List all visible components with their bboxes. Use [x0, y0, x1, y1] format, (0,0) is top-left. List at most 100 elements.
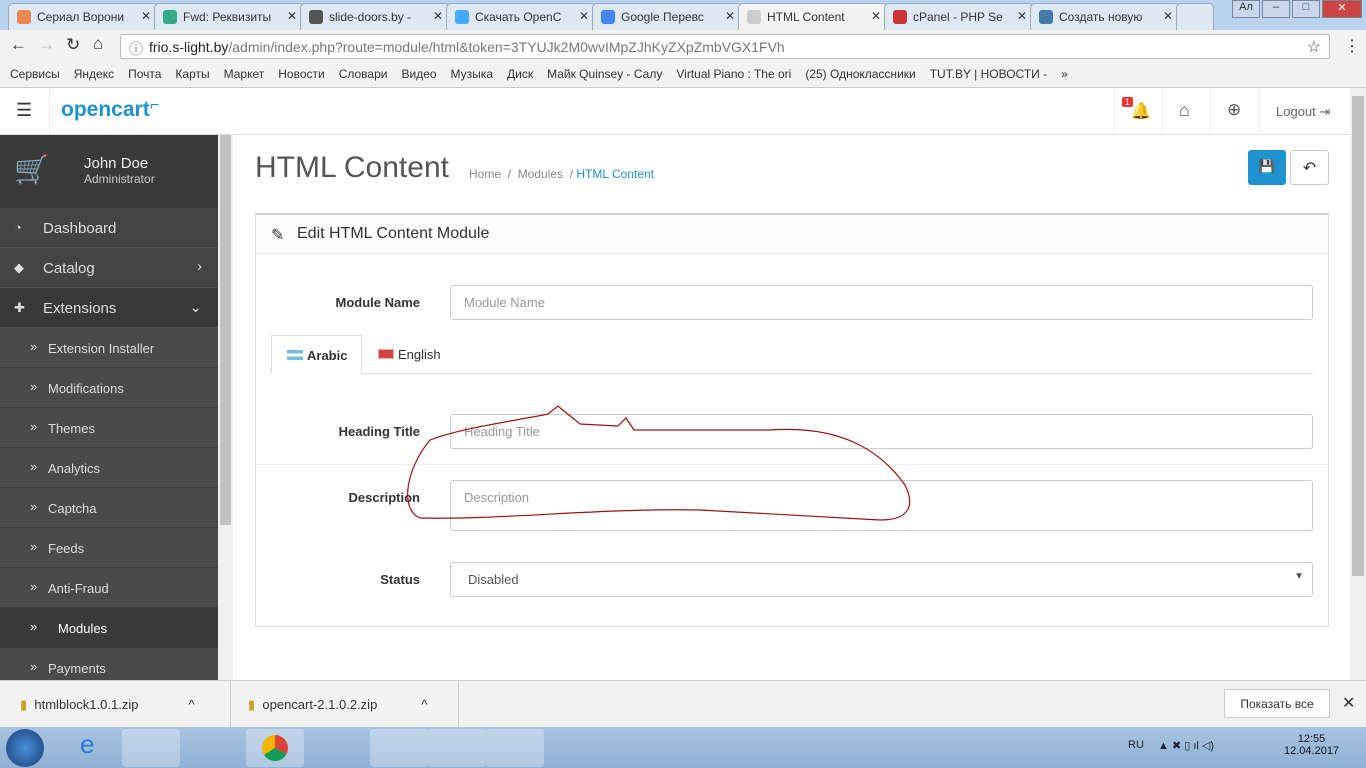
close-tab-icon[interactable]: ✕	[433, 9, 443, 23]
tray-icons[interactable]: ▲ ✖ ▯ ıl ◁)	[1158, 739, 1214, 752]
sidebar-subitem-themes[interactable]: Themes	[0, 408, 218, 448]
bookmark-item[interactable]: Почта	[128, 67, 161, 82]
bookmark-item[interactable]: Сервисы	[10, 67, 60, 82]
sidebar-subitem-feeds[interactable]: Feeds	[0, 528, 218, 568]
logout-link[interactable]: Logout ⇥	[1276, 104, 1330, 120]
clock[interactable]: 12:55 12.04.2017	[1284, 733, 1339, 757]
module-name-input[interactable]: Module Name	[450, 285, 1313, 320]
sidebar-scrollbar[interactable]	[218, 135, 233, 680]
jabber-icon[interactable]	[370, 729, 428, 767]
bookmark-item[interactable]: Карты	[175, 67, 209, 82]
download-item[interactable]: ▮ opencart-2.1.0.2.zip ^	[248, 697, 427, 713]
sidebar-item-dashboard[interactable]: ◔ Dashboard	[0, 208, 218, 248]
explorer-icon[interactable]	[122, 729, 180, 767]
opencart-logo[interactable]: opencart	[61, 98, 150, 122]
save-app-icon[interactable]	[428, 729, 486, 767]
favicon-icon	[747, 10, 761, 24]
help-lifebuoy-icon[interactable]: ⊕	[1210, 88, 1260, 134]
sidebar-subitem-anti-fraud[interactable]: Anti-Fraud	[0, 568, 218, 608]
back-icon[interactable]: ←	[10, 35, 27, 55]
browser-tab[interactable]: HTML Content ✕	[738, 3, 888, 30]
breadcrumb-modules[interactable]: Modules	[518, 167, 563, 181]
favicon-icon	[1039, 10, 1053, 24]
bookmark-item[interactable]: Маркет	[224, 67, 265, 82]
media-player-icon[interactable]	[180, 729, 238, 767]
close-tab-icon[interactable]: ✕	[141, 9, 151, 23]
notification-badge: 1	[1122, 97, 1134, 107]
browser-tab[interactable]: Google Перевс ✕	[592, 3, 742, 30]
back-button[interactable]: ↶	[1290, 150, 1329, 185]
home-icon[interactable]: ⌂	[93, 34, 103, 54]
sidebar-subitem-analytics[interactable]: Analytics	[0, 448, 218, 488]
bookmark-item[interactable]: Новости	[278, 67, 324, 82]
browser-tab[interactable]: Сериал Ворони ✕	[8, 3, 158, 30]
downloads-bar: ▮ htmlblock1.0.1.zip ^ ▮ opencart-2.1.0.2…	[0, 680, 1366, 727]
forward-icon[interactable]: →	[38, 35, 55, 55]
breadcrumb-home[interactable]: Home	[469, 167, 501, 181]
tab-english[interactable]: English	[378, 347, 441, 362]
bookmark-item[interactable]: Яндекс	[74, 67, 114, 82]
close-tab-icon[interactable]: ✕	[287, 9, 297, 23]
sidebar: 🛒 John Doe Administrator ◔ Dashboard ◆ Cata…	[0, 135, 218, 688]
sidebar-subitem-modules[interactable]: Modules	[0, 608, 218, 648]
bookmark-item[interactable]: Музыка	[451, 67, 493, 82]
notes-app-icon[interactable]	[486, 729, 544, 767]
info-icon: ⓘ	[129, 41, 143, 57]
reply-icon: ↶	[1302, 160, 1317, 177]
start-button[interactable]	[6, 729, 44, 767]
more-bookmarks-icon[interactable]: »	[1061, 67, 1068, 82]
url-input[interactable]: ⓘ frio.s-light.by/admin/index.php?route=m…	[120, 34, 1330, 59]
new-tab-button[interactable]	[1176, 3, 1214, 30]
status-select[interactable]: Disabled ▼	[450, 562, 1313, 597]
menu-icon[interactable]: ⋮	[1344, 36, 1360, 56]
profile-button[interactable]: Ал	[1232, 0, 1260, 18]
favicon-icon	[455, 10, 469, 24]
avatar: 🛒	[14, 154, 49, 185]
browser-tab[interactable]: slide-doors.by - ✕	[300, 3, 450, 30]
maximize-button[interactable]: □	[1292, 0, 1320, 18]
download-item[interactable]: ▮ htmlblock1.0.1.zip ^	[20, 697, 195, 713]
heading-title-input[interactable]: Heading Title	[450, 414, 1313, 449]
browser-tab[interactable]: Fwd: Реквизиты ✕	[154, 3, 304, 30]
browser-tab[interactable]: Скачать OpenC ✕	[446, 3, 596, 30]
browser-tab[interactable]: cPanel - PHP Se ✕	[884, 3, 1034, 30]
sidebar-subitem-captcha[interactable]: Captcha	[0, 488, 218, 528]
close-tab-icon[interactable]: ✕	[871, 9, 881, 23]
sidebar-subitem-extension-installer[interactable]: Extension Installer	[0, 328, 218, 368]
bookmark-star-icon[interactable]: ☆	[1307, 37, 1321, 57]
user-profile[interactable]: 🛒 John Doe Administrator	[0, 135, 218, 208]
close-tab-icon[interactable]: ✕	[1017, 9, 1027, 23]
sidebar-subitem-modifications[interactable]: Modifications	[0, 368, 218, 408]
sidebar-toggle-icon[interactable]: ☰	[0, 88, 50, 134]
description-textarea[interactable]: Description	[450, 480, 1313, 531]
minimize-button[interactable]: –	[1262, 0, 1290, 18]
chrome-icon[interactable]	[246, 729, 304, 767]
close-tab-icon[interactable]: ✕	[725, 9, 735, 23]
show-all-downloads-button[interactable]: Показать все	[1224, 689, 1330, 718]
page-scrollbar[interactable]	[1350, 88, 1366, 680]
close-tab-icon[interactable]: ✕	[579, 9, 589, 23]
bookmark-item[interactable]: Virtual Piano : The ori	[676, 67, 791, 82]
save-button[interactable]: 💾	[1248, 150, 1286, 185]
favicon-icon	[601, 10, 615, 24]
home-icon[interactable]: ⌂	[1162, 88, 1210, 134]
language-indicator[interactable]: RU	[1128, 739, 1144, 751]
tab-arabic[interactable]: Arabic	[271, 335, 362, 374]
close-window-button[interactable]: ✕	[1322, 0, 1362, 18]
sidebar-item-catalog[interactable]: ◆ Catalog ›	[0, 248, 218, 288]
close-downloads-icon[interactable]: ✕	[1342, 693, 1355, 713]
bookmark-item[interactable]: Диск	[507, 67, 533, 82]
notepad-plus-icon[interactable]	[312, 729, 370, 767]
bookmark-item[interactable]: TUT.BY | НОВОСТИ -	[930, 67, 1047, 82]
breadcrumb-current[interactable]: HTML Content	[576, 167, 654, 181]
bookmark-item[interactable]: Майк Quinsey - Салу	[547, 67, 662, 82]
browser-tab[interactable]: Создать новую ✕	[1030, 3, 1180, 30]
notifications-button[interactable]: 🔔 1	[1114, 88, 1162, 134]
bookmark-item[interactable]: Видео	[401, 67, 436, 82]
reload-icon[interactable]: ↻	[66, 35, 80, 55]
bookmark-item[interactable]: Словари	[339, 67, 388, 82]
close-tab-icon[interactable]: ✕	[1163, 9, 1173, 23]
ie-icon[interactable]: e	[64, 729, 122, 767]
sidebar-item-extensions[interactable]: ✚ Extensions ⌄	[0, 288, 218, 328]
bookmark-item[interactable]: (25) Одноклассники	[805, 67, 915, 82]
